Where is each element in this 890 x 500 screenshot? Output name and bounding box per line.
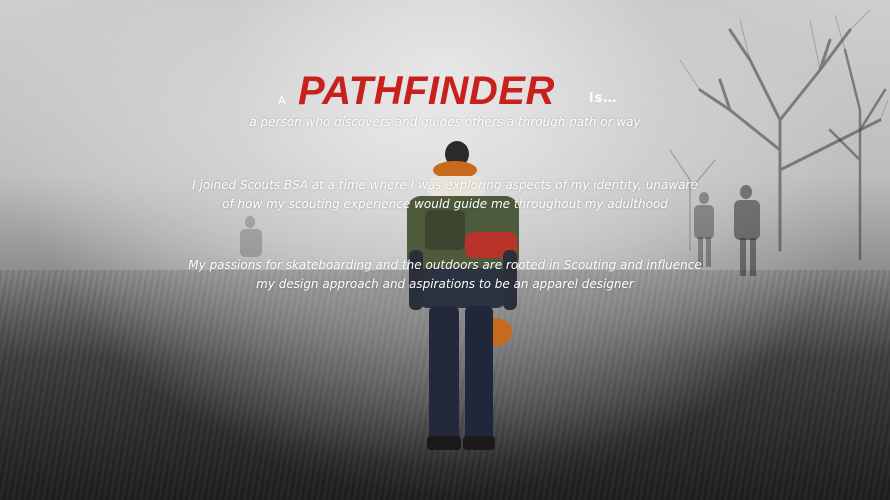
title-prefix: A [278, 94, 287, 107]
title-row: A PATHFINDER is… [0, 68, 890, 114]
title-suffix: is… [589, 91, 618, 106]
paragraph-2-line-1: My passions for skateboarding and the ou… [188, 258, 702, 272]
paragraph-1-line-2: of how my scouting experience would guid… [222, 197, 668, 211]
paragraph-2-line-2: my design approach and aspirations to be… [256, 277, 634, 291]
slide: A PATHFINDER is… a person who discovers … [0, 0, 890, 500]
paragraph-2: My passions for skateboarding and the ou… [0, 256, 890, 294]
paragraph-1-line-1: I joined Scouts BSA at a time where I wa… [192, 178, 698, 192]
definition-text: a person who discovers and guides others… [249, 115, 641, 129]
paragraph-1: I joined Scouts BSA at a time where I wa… [0, 176, 890, 214]
title-pathfinder: PATHFINDER [298, 69, 555, 113]
